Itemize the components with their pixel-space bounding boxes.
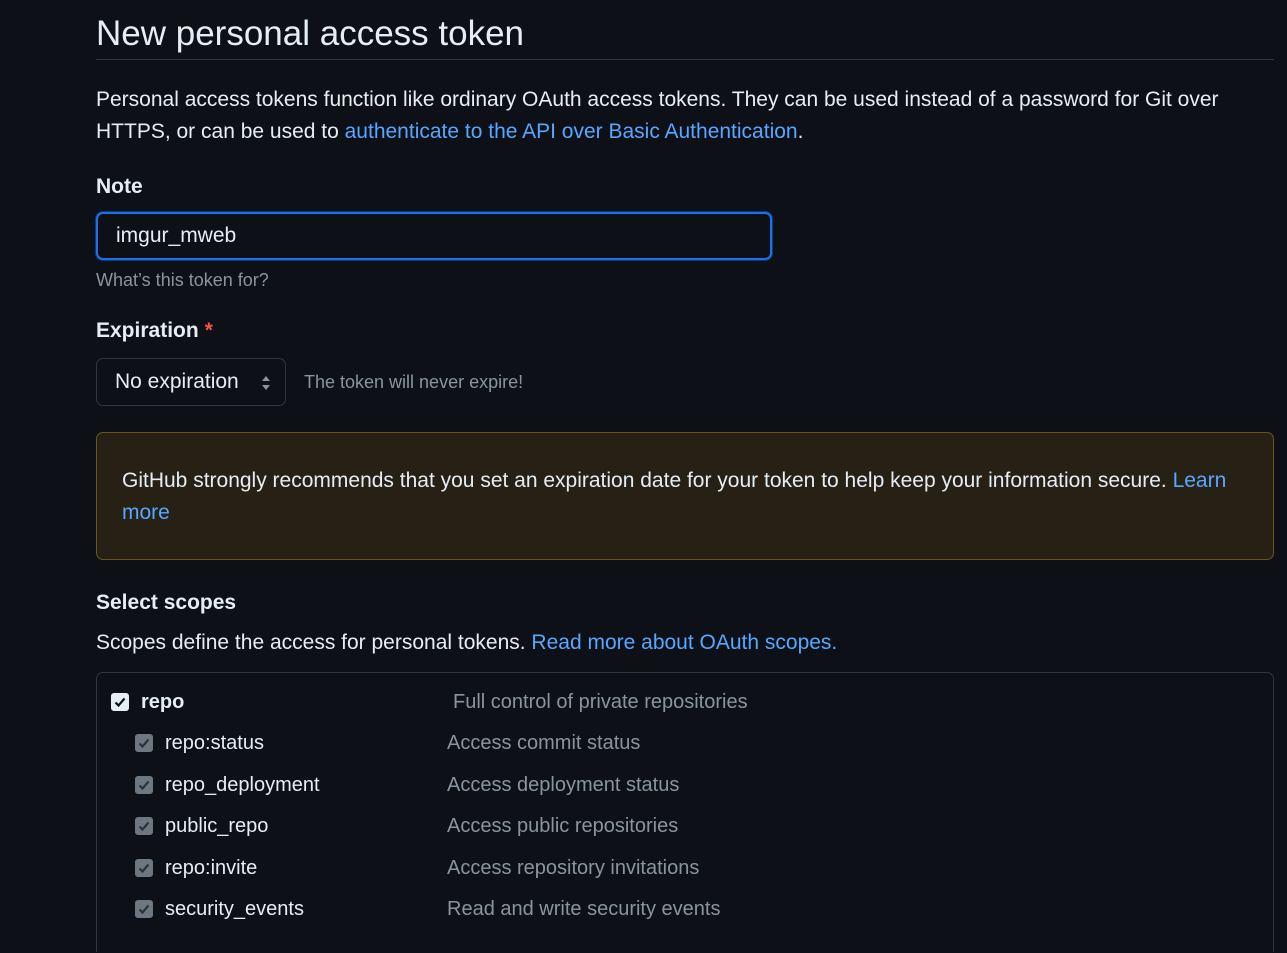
scope-row-security-events: security_events Read and write security … [97,894,1273,924]
scope-desc-repo-invite: Access repository invitations [447,856,700,879]
scope-checkbox-repo[interactable] [111,693,129,711]
note-label: Note [96,175,143,198]
checkmark-icon [114,697,126,708]
expiration-select[interactable]: No expiration [96,358,286,406]
note-hint: What’s this token for? [96,270,269,290]
scope-checkbox-repo-status[interactable] [135,734,153,752]
scope-checkbox-repo-invite[interactable] [135,859,153,877]
scopes-list: repo Full control of private repositorie… [96,672,1274,952]
required-mark: * [204,319,213,342]
note-input[interactable] [96,212,772,260]
scope-name-repo-invite: repo:invite [165,856,258,879]
basic-auth-link[interactable]: authenticate to the API over Basic Authe… [345,120,798,143]
checkmark-icon [138,738,150,749]
token-form: New personal access token Personal acces… [96,0,1274,952]
scope-row-repo-invite: repo:invite Access repository invitation… [97,853,1273,883]
intro-end: . [797,120,804,143]
scope-name-repo-deployment: repo_deployment [165,773,320,796]
scope-name-repo-status: repo:status [165,731,264,754]
scope-row-repo-deployment: repo_deployment Access deployment status [97,770,1273,800]
scopes-description-text: Scopes define the access for personal to… [96,631,532,654]
checkmark-icon [138,904,150,915]
scope-row-repo: repo Full control of private repositorie… [97,687,1273,717]
scope-checkbox-repo-deployment[interactable] [135,776,153,794]
oauth-scopes-link[interactable]: Read more about OAuth scopes. [531,631,837,654]
scope-desc-public-repo: Access public repositories [447,814,679,837]
checkmark-icon [138,780,150,791]
scope-name-repo: repo [141,690,185,713]
scope-name-public-repo: public_repo [165,814,269,837]
page: New personal access token Personal acces… [0,0,1287,953]
scopes-title: Select scopes [96,591,237,614]
warning-text: GitHub strongly recommends that you set … [122,469,1173,492]
expiration-row: No expiration The token will never expir… [96,358,1274,406]
expiration-label-text: Expiration [96,319,199,342]
scopes-description: Scopes define the access for personal to… [96,628,1274,658]
scope-row-repo-status: repo:status Access commit status [97,728,1273,758]
scope-desc-repo: Full control of private repositories [453,690,748,713]
scope-checkbox-security-events[interactable] [135,900,153,918]
expiration-note: The token will never expire! [304,371,524,392]
checkmark-icon [138,821,150,832]
select-arrows-icon [262,376,270,390]
expiration-selected-value: No expiration [115,370,239,393]
expiration-warning-banner: GitHub strongly recommends that you set … [96,432,1274,560]
scope-checkbox-public-repo[interactable] [135,817,153,835]
scope-name-security-events: security_events [165,897,304,920]
intro-paragraph: Personal access tokens function like ord… [96,84,1246,148]
scope-desc-repo-deployment: Access deployment status [447,773,680,796]
scope-desc-security-events: Read and write security events [447,897,721,920]
scope-desc-repo-status: Access commit status [447,731,641,754]
expiration-label: Expiration * [96,316,1274,346]
page-title: New personal access token [96,0,1274,60]
scope-row-public-repo: public_repo Access public repositories [97,811,1273,841]
checkmark-icon [138,863,150,874]
